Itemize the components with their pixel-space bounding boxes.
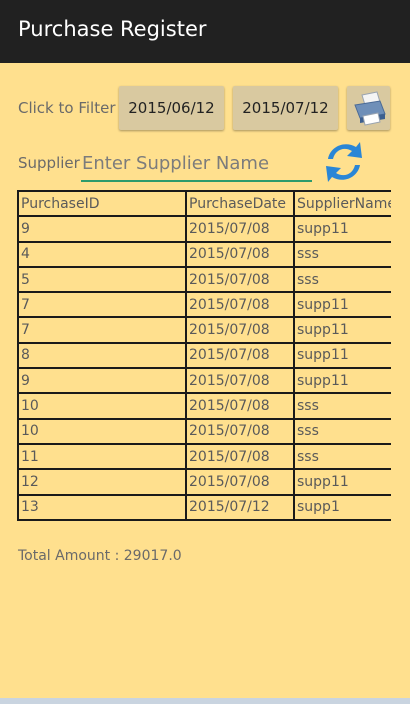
- table-row[interactable]: 10 2015/07/08 sss: [17, 392, 391, 420]
- table-row[interactable]: 5 2015/07/08 sss: [17, 265, 391, 294]
- table-row[interactable]: 7 2015/07/08 supp11: [17, 291, 391, 319]
- cell-purchase-date: 2015/07/08: [185, 367, 295, 395]
- cell-purchase-id: 4: [17, 240, 187, 268]
- cell-supplier-name: supp11: [293, 367, 391, 395]
- table-row[interactable]: 9 2015/07/08 supp11: [17, 367, 391, 395]
- cell-purchase-date: 2015/07/08: [185, 442, 295, 471]
- cell-purchase-id: 8: [17, 341, 187, 370]
- cell-purchase-id: 11: [17, 442, 187, 471]
- cell-supplier-name: sss: [293, 265, 391, 294]
- cell-supplier-name: supp11: [293, 468, 391, 496]
- table-row[interactable]: 4 2015/07/08 sss: [17, 240, 391, 268]
- cell-supplier-name: sss: [293, 417, 391, 445]
- to-date-button[interactable]: 2015/07/12: [233, 86, 338, 130]
- table-row[interactable]: 9 2015/07/08 supp11: [17, 215, 391, 243]
- action-bar: Purchase Register: [0, 0, 410, 63]
- cell-supplier-name: sss: [293, 240, 391, 268]
- cell-purchase-id: 5: [17, 265, 187, 294]
- cell-supplier-name: supp11: [293, 291, 391, 319]
- table-row[interactable]: 8 2015/07/08 supp11: [17, 341, 391, 370]
- cell-supplier-name: supp11: [293, 215, 391, 243]
- table-row[interactable]: 12 2015/07/08 supp11: [17, 468, 391, 496]
- cell-purchase-id: 13: [17, 493, 187, 521]
- cell-purchase-date: 2015/07/08: [185, 341, 295, 370]
- cell-supplier-name: supp1: [293, 493, 391, 521]
- cell-purchase-date: 2015/07/08: [185, 291, 295, 319]
- filter-label: Click to Filter: [18, 99, 116, 117]
- table-row[interactable]: 7 2015/07/08 supp11: [17, 316, 391, 344]
- purchase-table[interactable]: PurchaseID PurchaseDate SupplierName 9 20…: [17, 190, 391, 546]
- refresh-button[interactable]: [322, 137, 366, 189]
- cell-purchase-id: 9: [17, 215, 187, 243]
- refresh-icon: [326, 142, 362, 182]
- table-row[interactable]: 10 2015/07/08 sss: [17, 417, 391, 445]
- cell-purchase-date: 2015/07/08: [185, 417, 295, 445]
- column-header-purchase-id: PurchaseID: [17, 190, 187, 218]
- cell-purchase-date: 2015/07/08: [185, 468, 295, 496]
- total-amount: Total Amount : 29017.0: [18, 548, 182, 564]
- cell-purchase-date: 2015/07/08: [185, 265, 295, 294]
- column-header-purchase-date: PurchaseDate: [185, 190, 295, 218]
- table-row[interactable]: 13 2015/07/12 supp1: [17, 493, 391, 521]
- cell-purchase-date: 2015/07/08: [185, 240, 295, 268]
- cell-purchase-id: 10: [17, 392, 187, 420]
- cell-supplier-name: supp11: [293, 341, 391, 370]
- cell-purchase-id: 12: [17, 468, 187, 496]
- cell-purchase-date: 2015/07/12: [185, 493, 295, 521]
- bottom-edge: [0, 698, 410, 704]
- supplier-name-input[interactable]: [81, 148, 312, 182]
- cell-purchase-date: 2015/07/08: [185, 392, 295, 420]
- cell-purchase-date: 2015/07/08: [185, 316, 295, 344]
- cell-supplier-name: supp11: [293, 316, 391, 344]
- cell-purchase-id: 10: [17, 417, 187, 445]
- table-header-row: PurchaseID PurchaseDate SupplierName: [17, 190, 391, 218]
- cell-supplier-name: sss: [293, 442, 391, 471]
- supplier-label: Supplier: [18, 154, 80, 172]
- from-date-button[interactable]: 2015/06/12: [119, 86, 224, 130]
- app-title: Purchase Register: [18, 17, 207, 41]
- print-button[interactable]: [347, 86, 390, 130]
- printer-icon: [354, 91, 386, 126]
- cell-supplier-name: sss: [293, 392, 391, 420]
- cell-purchase-id: 7: [17, 316, 187, 344]
- table-row[interactable]: 11 2015/07/08 sss: [17, 442, 391, 471]
- cell-purchase-id: 7: [17, 291, 187, 319]
- column-header-supplier-name: SupplierName: [293, 190, 391, 218]
- cell-purchase-date: 2015/07/08: [185, 215, 295, 243]
- cell-purchase-id: 9: [17, 367, 187, 395]
